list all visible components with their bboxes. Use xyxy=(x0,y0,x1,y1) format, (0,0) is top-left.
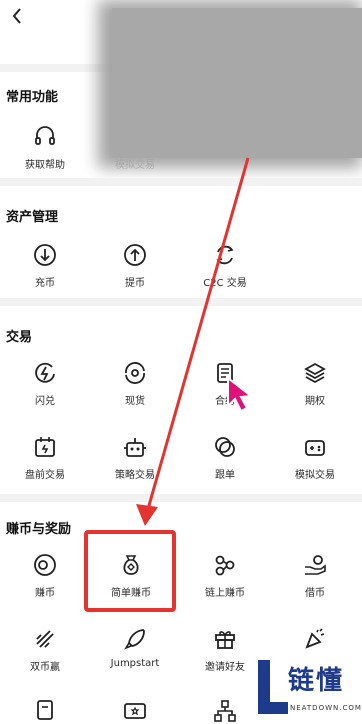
logo-l-icon xyxy=(258,660,288,714)
watermark-brand: 链懂 xyxy=(288,666,345,696)
annotation-arrow xyxy=(136,157,250,526)
watermark-logo: 链懂 NEATDOWN.COM xyxy=(248,652,362,724)
watermark-domain: NEATDOWN.COM xyxy=(290,704,362,712)
cursor-icon xyxy=(227,375,254,413)
